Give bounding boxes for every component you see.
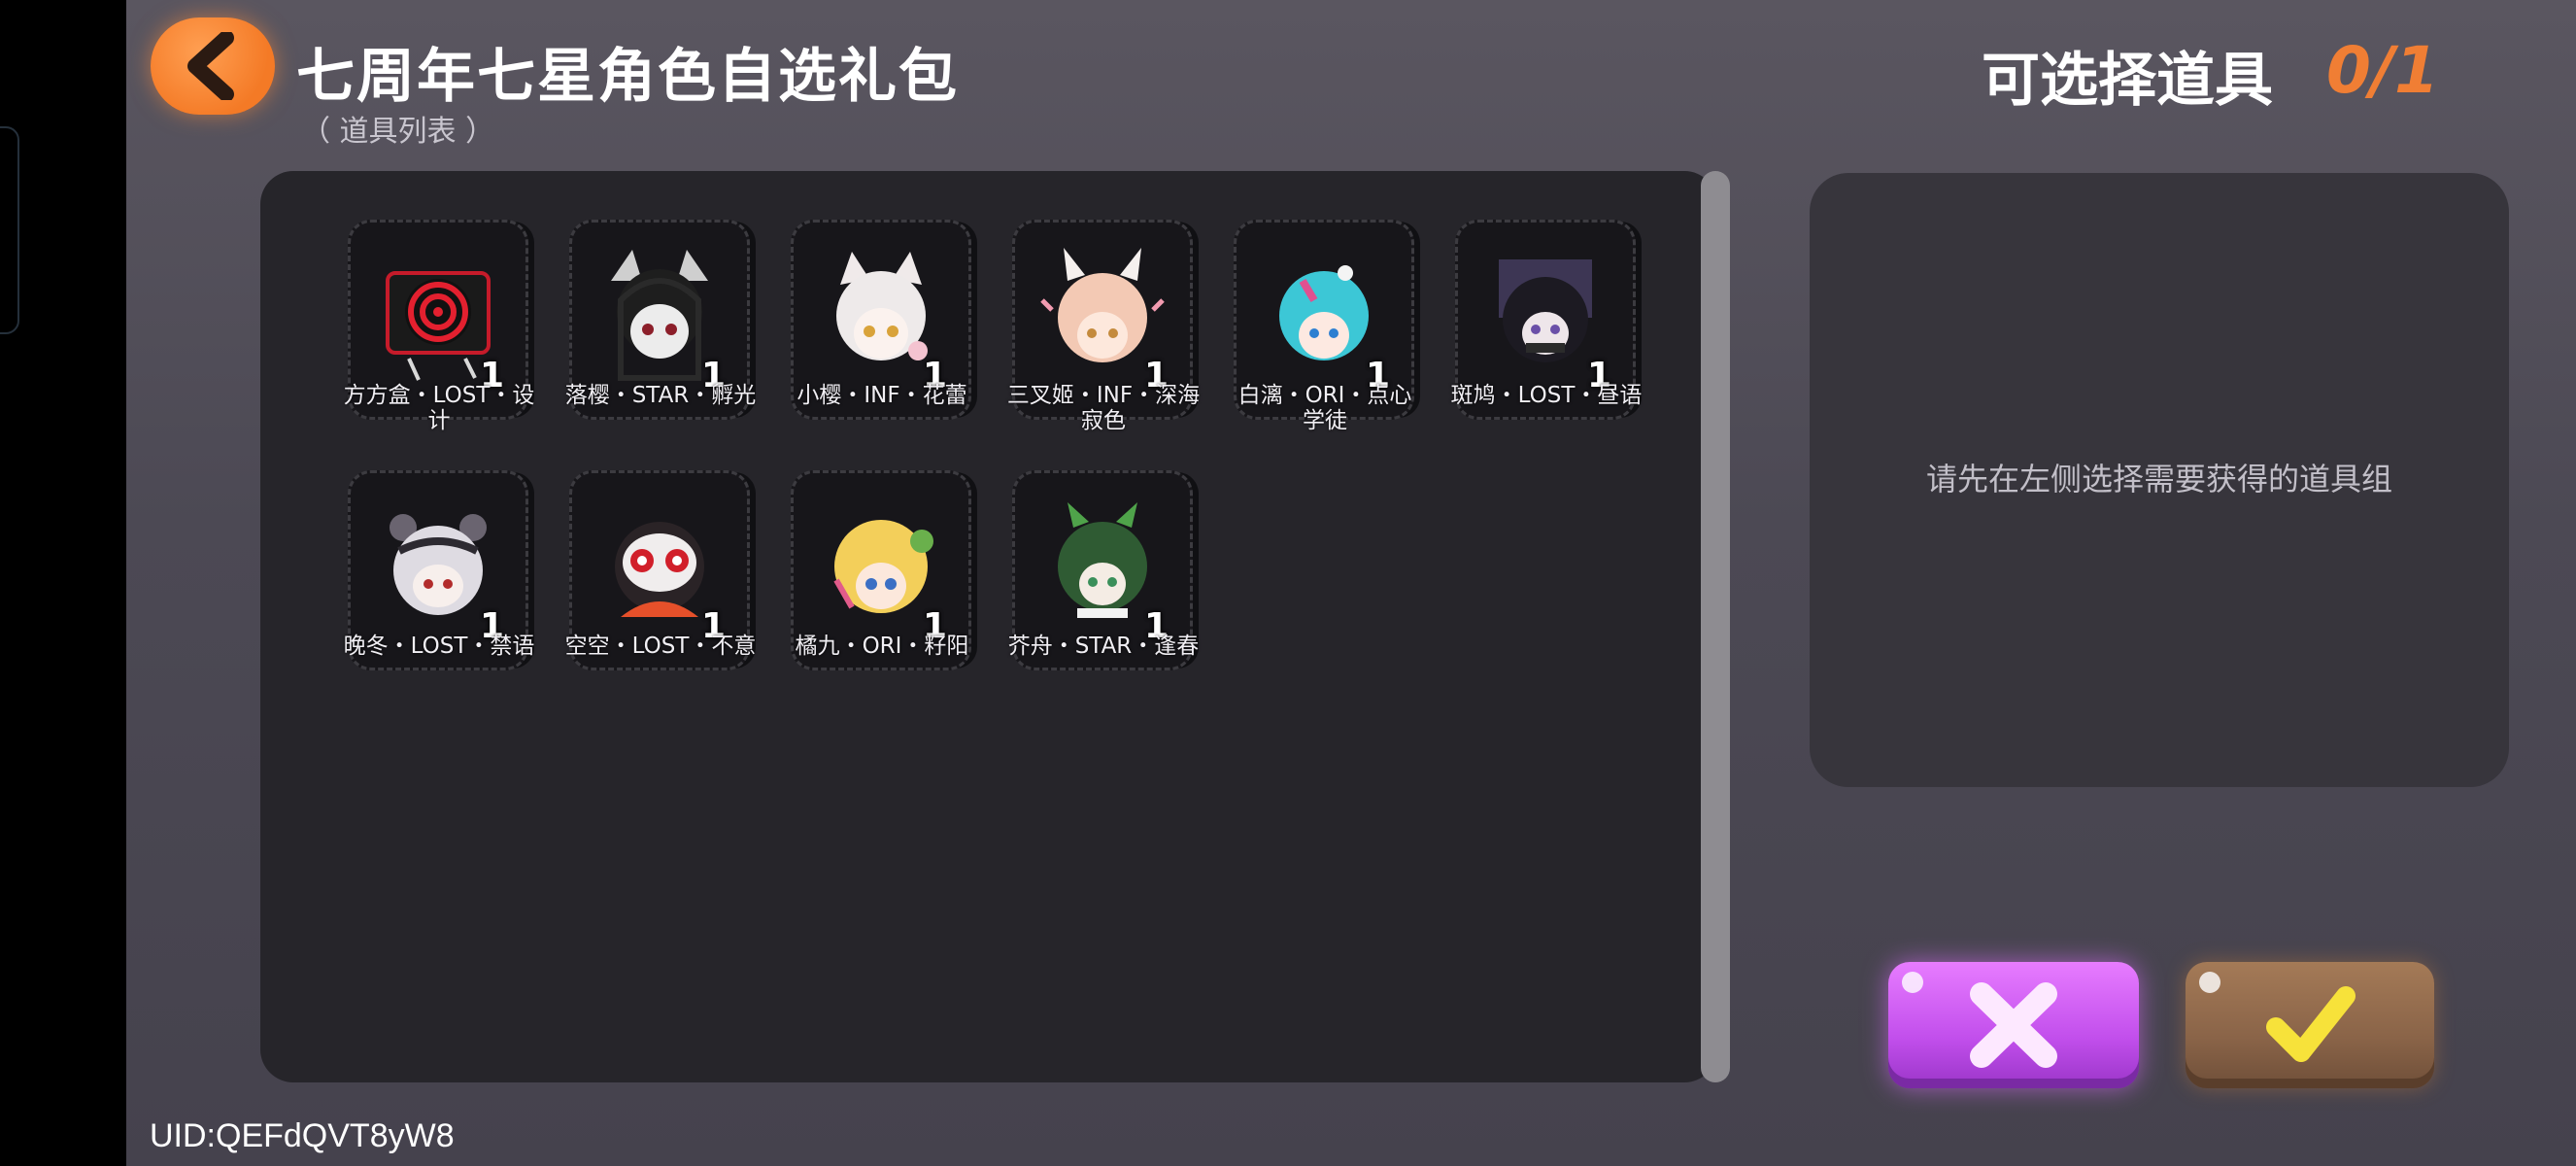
item-card[interactable]: 1 方方盒・LOST・设计 xyxy=(344,220,542,443)
item-name: 芥舟・STAR・逢春 xyxy=(1007,634,1200,659)
selection-counter: 0/1 xyxy=(2326,33,2439,108)
chevron-left-icon xyxy=(187,32,234,100)
item-card[interactable]: 1 白漓・ORI・点心学徒 xyxy=(1234,220,1428,443)
cancel-button[interactable] xyxy=(1888,962,2139,1088)
list-scrollbar[interactable] xyxy=(1701,171,1730,1082)
item-card[interactable]: 1 芥舟・STAR・逢春 xyxy=(1008,470,1206,694)
checkmark-icon xyxy=(2266,986,2356,1062)
item-card[interactable]: 1 斑鸠・LOST・昼语 xyxy=(1451,220,1649,443)
close-icon xyxy=(1970,982,2057,1068)
item-name: 空空・LOST・不意 xyxy=(564,634,757,659)
item-card[interactable]: 1 晚冬・LOST・禁语 xyxy=(344,470,542,694)
selectable-items-label: 可选择道具 xyxy=(1982,47,2273,115)
item-name: 方方盒・LOST・设计 xyxy=(343,383,535,433)
left-black-border xyxy=(0,0,126,1166)
item-name: 橘九・ORI・籽阳 xyxy=(795,634,969,659)
selection-hint: 请先在左侧选择需要获得的道具组 xyxy=(1925,461,2392,497)
item-name: 三叉姬・INF・深海寂色 xyxy=(1006,383,1201,433)
page-title: 七周年七星角色自选礼包 xyxy=(296,43,959,111)
item-detail-panel: 请先在左侧选择需要获得的道具组 xyxy=(1810,173,2509,787)
back-button[interactable] xyxy=(151,17,275,115)
item-card[interactable]: 1 三叉姬・INF・深海寂色 xyxy=(1007,220,1206,443)
item-name: 小樱・INF・花蕾 xyxy=(797,383,967,408)
item-name: 晚冬・LOST・禁语 xyxy=(343,634,535,659)
user-id-label: UID:QEFdQVT8yW8 xyxy=(150,1117,455,1154)
device-edge-frame xyxy=(0,126,19,334)
item-name: 白漓・ORI・点心学徒 xyxy=(1237,383,1412,433)
item-name: 斑鸠・LOST・昼语 xyxy=(1450,383,1643,408)
item-card[interactable]: 1 橘九・ORI・籽阳 xyxy=(791,470,985,694)
item-card[interactable]: 1 落樱・STAR・孵光 xyxy=(565,220,763,443)
gloss-highlight xyxy=(2199,972,2220,993)
item-card[interactable]: 1 空空・LOST・不意 xyxy=(565,470,763,694)
gloss-highlight xyxy=(1902,972,1923,993)
confirm-button[interactable] xyxy=(2186,962,2434,1088)
item-name: 落樱・STAR・孵光 xyxy=(564,383,757,408)
item-list-panel[interactable]: 1 方方盒・LOST・设计 1 落樱・STAR・孵光 1 小樱・INF・花蕾 1… xyxy=(260,171,1717,1082)
item-card[interactable]: 1 小樱・INF・花蕾 xyxy=(791,220,985,443)
page-subtitle: （ 道具列表 ） xyxy=(301,115,495,149)
